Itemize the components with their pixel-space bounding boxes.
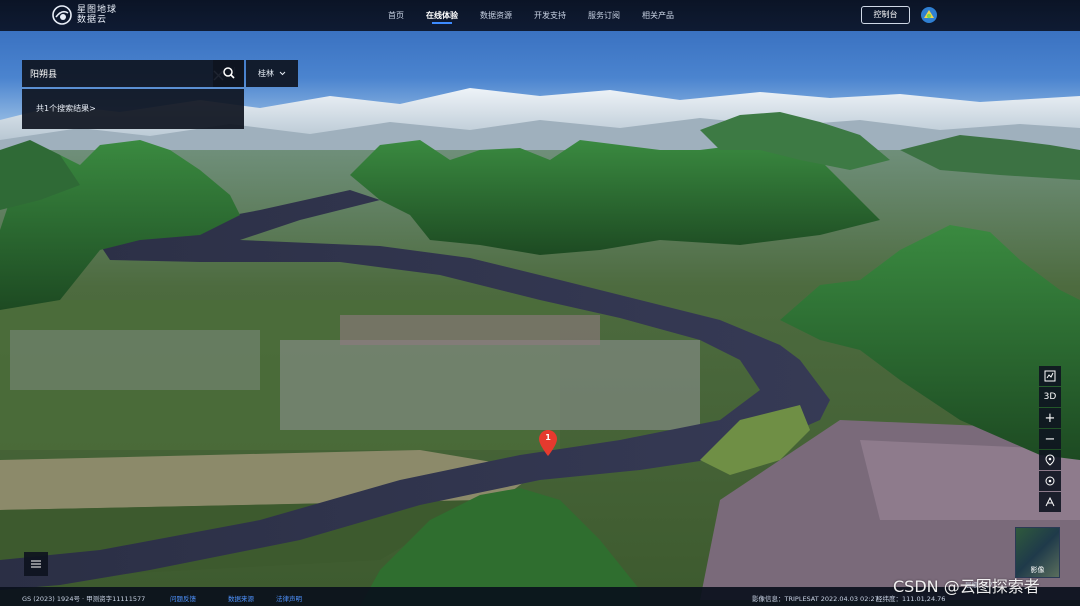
logo-line2: 数据云: [77, 15, 108, 25]
main-nav: 首页 在线体验 数据资源 开发支持 服务订阅 相关产品: [388, 0, 696, 31]
map-tools: 3D + −: [1039, 366, 1061, 513]
legal-link[interactable]: 法律声明: [276, 593, 302, 603]
logo-icon: [52, 5, 72, 25]
basemap-switcher[interactable]: 影像: [1015, 527, 1060, 578]
locate-me-icon[interactable]: [1039, 471, 1061, 491]
3d-toggle-button[interactable]: 3D: [1039, 387, 1061, 407]
feedback-link[interactable]: 问题反馈: [170, 593, 196, 603]
measure-icon[interactable]: [1039, 492, 1061, 512]
city-select[interactable]: 桂林: [246, 60, 298, 87]
logo-line1: 星图地球: [77, 5, 118, 15]
search-bar: [22, 60, 244, 87]
nav-related-products[interactable]: 相关产品: [642, 0, 674, 31]
top-navigation-bar: 星图地球 数据云 首页 在线体验 数据资源 开发支持 服务订阅 相关产品 控制台: [0, 0, 1080, 31]
legend-icon[interactable]: [1039, 366, 1061, 386]
search-results-summary[interactable]: 共1个搜索结果>: [22, 89, 244, 129]
nav-data-resources[interactable]: 数据资源: [480, 0, 512, 31]
logo[interactable]: 星图地球 数据云: [52, 5, 117, 25]
location-icon[interactable]: [1039, 450, 1061, 470]
imagery-info: 影像信息：TRIPLESAT 2022.04.03 02:27: [752, 595, 879, 603]
nav-service-subscription[interactable]: 服务订阅: [588, 0, 620, 31]
map-marker[interactable]: 1: [539, 430, 557, 456]
layers-button[interactable]: [24, 552, 48, 576]
search-icon: [223, 67, 235, 79]
search-input[interactable]: [22, 60, 182, 87]
approval-number: GS (2023) 1924号 · 甲测资字11111577: [22, 595, 146, 603]
search-button[interactable]: [213, 60, 244, 87]
user-avatar-icon[interactable]: [920, 6, 938, 24]
layers-icon: [31, 560, 41, 568]
data-source-link[interactable]: 数据来源: [228, 593, 254, 603]
nav-home[interactable]: 首页: [388, 0, 404, 31]
chevron-down-icon: [279, 71, 286, 76]
nav-dev-support[interactable]: 开发支持: [534, 0, 566, 31]
nav-online-experience[interactable]: 在线体验: [426, 0, 458, 31]
watermark: CSDN @云图探索者: [893, 577, 1040, 596]
marker-number: 1: [545, 433, 551, 442]
console-button[interactable]: 控制台: [861, 6, 910, 24]
zoom-in-button[interactable]: +: [1039, 408, 1061, 428]
city-select-value: 桂林: [258, 69, 274, 78]
zoom-out-button[interactable]: −: [1039, 429, 1061, 449]
